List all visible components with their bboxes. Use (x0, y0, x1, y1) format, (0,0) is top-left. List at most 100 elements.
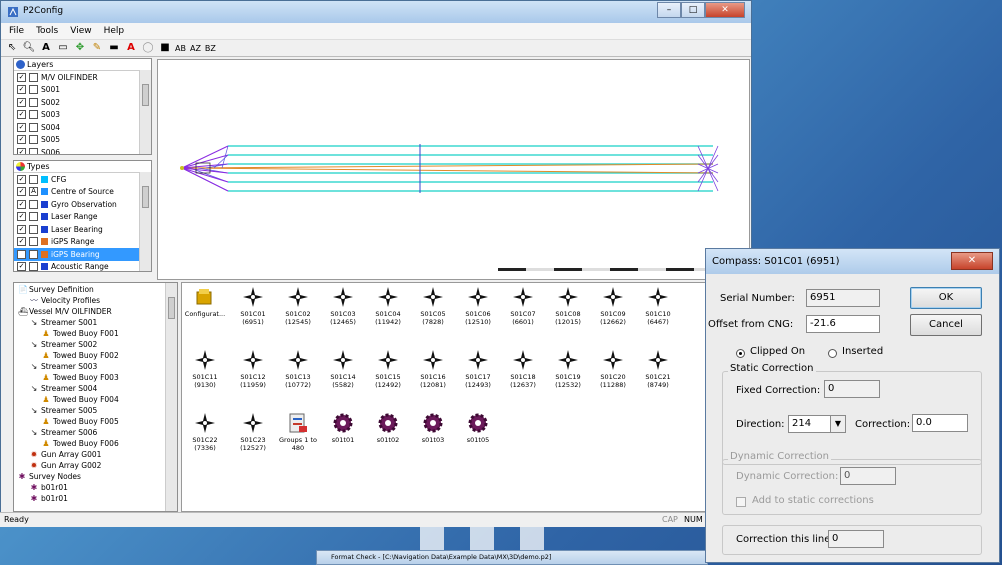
tree-item[interactable]: ♟ Towed Buoy F005 (14, 416, 177, 427)
grid-item[interactable]: S01C17 (12493) (456, 349, 500, 389)
grid-item[interactable]: S01C02 (12545) (276, 286, 320, 326)
layer-item[interactable]: ✓ S001 (14, 84, 151, 97)
visible-checkbox[interactable]: ✓ (17, 262, 26, 271)
dialog-title-bar[interactable]: Compass: S01C01 (6951) ✕ (706, 249, 999, 274)
shape-icon[interactable]: ◯ (141, 42, 155, 54)
tree-item[interactable]: ✱ Survey Nodes (14, 471, 177, 482)
type-item[interactable]: ✓ A Centre of Source (14, 186, 151, 199)
visible-checkbox[interactable]: ✓ (17, 97, 26, 107)
menu-tools[interactable]: Tools (36, 26, 58, 36)
grid-item[interactable]: S01C22 (7336) (183, 412, 227, 452)
tree-item[interactable]: ♟ Towed Buoy F001 (14, 328, 177, 339)
grid-item[interactable]: S01C14 (5582) (321, 349, 365, 389)
type-checkbox[interactable]: A (29, 187, 38, 197)
tree-scrollbar[interactable] (165, 283, 177, 511)
format-check-window[interactable]: Format Check - [C:\Navigation Data\Examp… (316, 550, 708, 565)
cancel-button[interactable]: Cancel (910, 314, 982, 336)
type-checkbox[interactable] (29, 174, 38, 184)
save-icon[interactable]: ■ (158, 42, 172, 54)
text-tool-icon[interactable]: A (39, 42, 53, 54)
grid-item[interactable]: s01t03 (411, 412, 455, 444)
grid-item[interactable]: S01C18 (12637) (501, 349, 545, 389)
ok-button[interactable]: OK (910, 287, 982, 309)
toolbar-ab[interactable]: AB (175, 44, 186, 53)
layer-item[interactable]: ✓ S003 (14, 109, 151, 122)
layer-checkbox[interactable] (29, 147, 38, 154)
visible-checkbox[interactable]: ✓ (17, 212, 26, 222)
visible-checkbox[interactable]: ✓ (17, 237, 26, 247)
minimize-button[interactable]: – (657, 2, 681, 18)
tree-item[interactable]: ♟ Towed Buoy F002 (14, 350, 177, 361)
tree-item[interactable]: ✹ Gun Array G002 (14, 460, 177, 471)
tree-item[interactable]: ✱ b01r01 (14, 482, 177, 493)
red-text-icon[interactable]: A (124, 42, 138, 54)
type-item[interactable]: ✓ iGPS Range (14, 236, 151, 249)
type-checkbox[interactable] (29, 237, 38, 247)
grid-item[interactable]: S01C01 (6951) (231, 286, 275, 326)
tree-item[interactable]: ♟ Towed Buoy F004 (14, 394, 177, 405)
offset-field[interactable]: -21.6 (806, 315, 880, 333)
layer-checkbox[interactable] (29, 72, 38, 82)
direction-select[interactable]: 214 (788, 415, 832, 433)
type-checkbox[interactable] (29, 262, 38, 271)
type-checkbox[interactable] (29, 199, 38, 209)
chevron-down-icon[interactable]: ▼ (830, 415, 846, 433)
layer-item[interactable]: ✓ M/V OILFINDER (14, 71, 151, 84)
ruler-icon[interactable]: ▭ (56, 42, 70, 54)
correction-field[interactable]: 0.0 (912, 414, 968, 432)
grid-item[interactable]: S01C15 (12492) (366, 349, 410, 389)
tree-item[interactable]: ↘ Streamer S006 (14, 427, 177, 438)
layer-item[interactable]: ✓ S002 (14, 96, 151, 109)
type-checkbox[interactable] (29, 224, 38, 234)
type-item[interactable]: ✓ iGPS Bearing (14, 248, 151, 261)
tree-item[interactable]: ♟ Towed Buoy F006 (14, 438, 177, 449)
type-checkbox[interactable] (29, 249, 38, 259)
menu-file[interactable]: File (9, 26, 24, 36)
menu-help[interactable]: Help (104, 26, 125, 36)
link-icon[interactable]: ▬ (107, 42, 121, 54)
grid-item[interactable]: S01C19 (12532) (546, 349, 590, 389)
layers-scrollbar[interactable] (139, 70, 151, 154)
layer-item[interactable]: ✓ S005 (14, 134, 151, 147)
toolbar-bz[interactable]: BZ (205, 44, 216, 53)
tree-item[interactable]: ↘ Streamer S004 (14, 383, 177, 394)
tree-item[interactable]: ↘ Streamer S002 (14, 339, 177, 350)
visible-checkbox[interactable]: ✓ (17, 122, 26, 132)
visible-checkbox[interactable]: ✓ (17, 199, 26, 209)
tree-item[interactable]: ↘ Streamer S003 (14, 361, 177, 372)
visible-checkbox[interactable]: ✓ (17, 135, 26, 145)
maximize-button[interactable]: □ (681, 2, 705, 18)
tree-item[interactable]: ✱ b01r01 (14, 493, 177, 504)
type-item[interactable]: ✓ Gyro Observation (14, 198, 151, 211)
visible-checkbox[interactable]: ✓ (17, 72, 26, 82)
tree-item[interactable]: ↘ Streamer S001 (14, 317, 177, 328)
grid-item[interactable]: S01C21 (8749) (636, 349, 680, 389)
move-icon[interactable]: ✥ (73, 42, 87, 54)
menu-view[interactable]: View (70, 26, 91, 36)
visible-checkbox[interactable]: ✓ (17, 224, 26, 234)
grid-item[interactable]: S01C12 (11959) (231, 349, 275, 389)
grid-item[interactable]: S01C23 (12527) (231, 412, 275, 452)
type-item[interactable]: ✓ Laser Bearing (14, 223, 151, 236)
grid-item[interactable]: s01t05 (456, 412, 500, 444)
clipped-on-radio[interactable] (736, 349, 745, 358)
layer-item[interactable]: ✓ S006 (14, 146, 151, 154)
tree-item[interactable]: 〰 Velocity Profiles (14, 295, 177, 306)
visible-checkbox[interactable]: ✓ (17, 187, 26, 197)
grid-item[interactable]: s01t02 (366, 412, 410, 444)
pointer-icon[interactable]: ⇖ (5, 42, 19, 54)
grid-item[interactable]: S01C08 (12015) (546, 286, 590, 326)
layer-checkbox[interactable] (29, 110, 38, 120)
grid-item[interactable]: S01C11 (9130) (183, 349, 227, 389)
layer-checkbox[interactable] (29, 135, 38, 145)
grid-item[interactable]: S01C04 (11942) (366, 286, 410, 326)
visible-checkbox[interactable]: ✓ (17, 85, 26, 95)
grid-item[interactable]: S01C10 (6467) (636, 286, 680, 326)
visible-checkbox[interactable]: ✓ (17, 147, 26, 154)
grid-item[interactable]: S01C06 (12510) (456, 286, 500, 326)
layer-item[interactable]: ✓ S004 (14, 121, 151, 134)
close-button[interactable]: ✕ (705, 2, 745, 18)
type-item[interactable]: ✓ Acoustic Range (14, 261, 151, 271)
grid-item[interactable]: S01C03 (12465) (321, 286, 365, 326)
grid-item[interactable]: S01C16 (12081) (411, 349, 455, 389)
